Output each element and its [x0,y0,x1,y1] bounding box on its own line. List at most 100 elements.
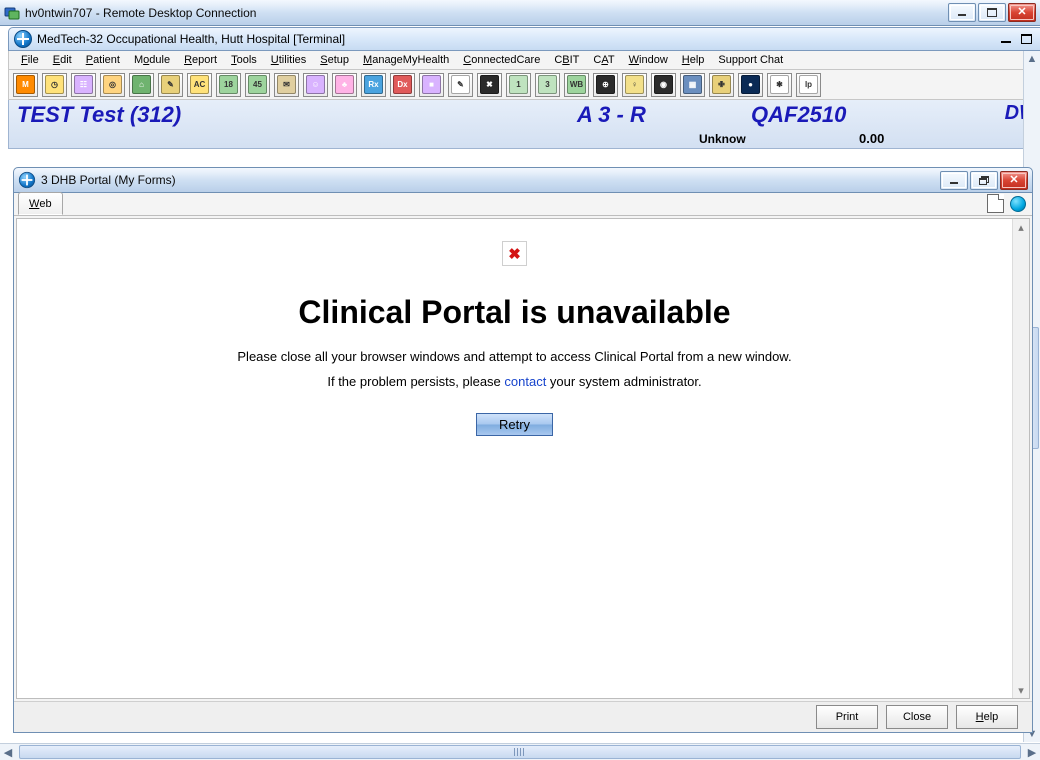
toolbar-icon: ◷ [45,75,64,94]
toolbar-button-22[interactable]: ◉ [651,73,676,97]
toolbar-button-0[interactable]: M [13,73,38,97]
portal-titlebar: 3 DHB Portal (My Forms) ✕ [13,167,1033,193]
toolbar-button-9[interactable]: ✉ [274,73,299,97]
toolbar-button-16[interactable]: ✖ [477,73,502,97]
toolbar-button-1[interactable]: ◷ [42,73,67,97]
toolbar-icon: ◎ [103,75,122,94]
medtech-restore-button[interactable] [1017,32,1035,46]
toolbar-icon: ■ [422,75,441,94]
rdp-title: hv0ntwin707 - Remote Desktop Connection [25,6,948,20]
scroll-up-icon[interactable]: ▴ [1013,219,1029,235]
patient-location: A 3 - R [577,102,646,128]
toolbar-button-26[interactable]: ✱ [767,73,792,97]
toolbar-button-15[interactable]: ✎ [448,73,473,97]
toolbar-icon: ☺ [306,75,325,94]
toolbar-button-18[interactable]: 3 [535,73,560,97]
portal-restore-button[interactable] [970,171,998,190]
portal-heading: Clinical Portal is unavailable [17,294,1012,331]
toolbar-button-6[interactable]: AC [187,73,212,97]
toolbar-icon: ✎ [161,75,180,94]
portal-close-button[interactable]: ✕ [1000,171,1028,190]
menu-edit[interactable]: Edit [47,53,78,67]
toolbar-button-4[interactable]: ⌂ [129,73,154,97]
toolbar-button-21[interactable]: ♀ [622,73,647,97]
contact-link[interactable]: contact [504,374,546,389]
toolbar-icon: ♀ [625,75,644,94]
medtech-title: MedTech-32 Occupational Health, Hutt Hos… [37,32,997,46]
medtech-icon [14,30,32,48]
menu-managemyhealth[interactable]: ManageMyHealth [357,53,455,67]
medtech-minimize-button[interactable] [997,32,1015,46]
medtech-hscrollbar[interactable]: ◀ ▶ [0,743,1040,760]
portal-button-row: Print Close Help [14,701,1032,732]
print-button[interactable]: Print [816,705,878,729]
hscroll-thumb[interactable] [19,745,1021,759]
menu-cat[interactable]: CAT [587,53,620,67]
menu-report[interactable]: Report [178,53,223,67]
toolbar-button-12[interactable]: Rx [361,73,386,97]
toolbar-icon: 1 [509,75,528,94]
menu-window[interactable]: Window [623,53,674,67]
patient-banner: TEST Test (312) A 3 - R QAF2510 DW Unkno… [8,100,1040,149]
help-button[interactable]: Help [956,705,1018,729]
tab-web[interactable]: Web [18,192,63,215]
toolbar-button-13[interactable]: Dx [390,73,415,97]
portal-minimize-button[interactable] [940,171,968,190]
scroll-down-icon[interactable]: ▾ [1013,682,1029,698]
toolbar-icon: ✙ [712,75,731,94]
menu-file[interactable]: File [15,53,45,67]
document-icon[interactable] [987,194,1004,213]
menu-connectedcare[interactable]: ConnectedCare [457,53,546,67]
toolbar-button-23[interactable]: ▦ [680,73,705,97]
portal-tabrow: Web [14,193,1032,216]
portal-title: 3 DHB Portal (My Forms) [41,173,940,187]
toolbar-icon: ● [741,75,760,94]
menu-tools[interactable]: Tools [225,53,263,67]
toolbar-button-10[interactable]: ☺ [303,73,328,97]
toolbar-button-3[interactable]: ◎ [100,73,125,97]
rdp-titlebar: hv0ntwin707 - Remote Desktop Connection … [0,0,1040,26]
toolbar-button-25[interactable]: ● [738,73,763,97]
toolbar-button-7[interactable]: 18 [216,73,241,97]
toolbar-button-17[interactable]: 1 [506,73,531,97]
portal-vscrollbar[interactable]: ▴ ▾ [1012,219,1029,698]
patient-name: TEST Test (312) [17,102,181,128]
rdp-close-button[interactable]: ✕ [1008,3,1036,22]
scroll-up-icon[interactable]: ▲ [1024,51,1040,67]
toolbar-button-20[interactable]: ⊕ [593,73,618,97]
toolbar-icon: 3 [538,75,557,94]
menu-setup[interactable]: Setup [314,53,355,67]
menu-patient[interactable]: Patient [80,53,126,67]
toolbar-button-24[interactable]: ✙ [709,73,734,97]
menu-support-chat[interactable]: Support Chat [712,53,789,67]
medtech-menubar: FileEditPatientModuleReportToolsUtilitie… [8,51,1040,70]
banner-unknown: Unknow [699,132,746,146]
toolbar-button-8[interactable]: 45 [245,73,270,97]
menu-utilities[interactable]: Utilities [265,53,312,67]
toolbar-button-27[interactable]: lp [796,73,821,97]
medtech-titlebar: MedTech-32 Occupational Health, Hutt Hos… [8,27,1040,51]
toolbar-button-14[interactable]: ■ [419,73,444,97]
rdp-minimize-button[interactable] [948,3,976,22]
toolbar-icon: Rx [364,75,383,94]
menu-cbit[interactable]: CBIT [548,53,585,67]
rdp-icon [4,5,20,21]
toolbar-button-19[interactable]: WB [564,73,589,97]
toolbar-icon: ▦ [683,75,702,94]
toolbar-button-5[interactable]: ✎ [158,73,183,97]
info-icon[interactable] [1010,196,1026,212]
portal-icon [19,172,35,188]
close-button[interactable]: Close [886,705,948,729]
toolbar-icon: ✱ [770,75,789,94]
menu-module[interactable]: Module [128,53,176,67]
scroll-left-icon[interactable]: ◀ [0,744,16,760]
toolbar-icon: AC [190,75,209,94]
scroll-right-icon[interactable]: ▶ [1024,744,1040,760]
toolbar-button-11[interactable]: ♣ [332,73,357,97]
retry-button[interactable]: Retry [476,413,553,436]
toolbar-icon: ✉ [277,75,296,94]
menu-help[interactable]: Help [676,53,711,67]
portal-line2: If the problem persists, please contact … [17,374,1012,389]
rdp-maximize-button[interactable] [978,3,1006,22]
toolbar-button-2[interactable]: ☷ [71,73,96,97]
